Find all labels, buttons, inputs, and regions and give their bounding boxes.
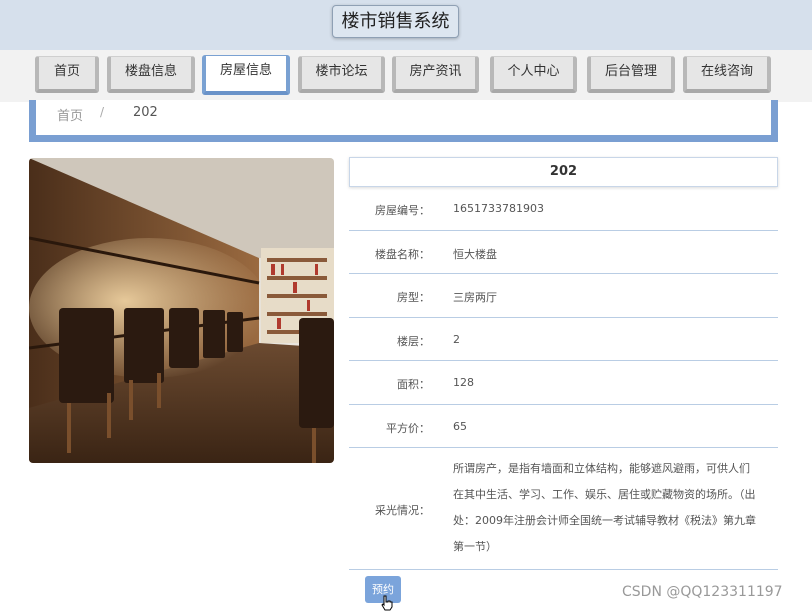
breadcrumb-current: 202 — [133, 105, 158, 120]
field-value: 2 — [453, 333, 460, 346]
nav-user-center[interactable]: 个人中心 — [490, 56, 577, 93]
field-label: 房屋编号： — [375, 204, 430, 217]
field-value: 128 — [453, 376, 474, 389]
field-area: 面积： 128 — [349, 361, 778, 405]
field-value: 所谓房产，是指有墙面和立体结构，能够遮风避雨，可供人们在其中生活、学习、工作、娱… — [453, 462, 756, 553]
breadcrumb-separator: / — [100, 105, 105, 119]
nav-forum[interactable]: 楼市论坛 — [298, 56, 385, 93]
field-value: 三房两厅 — [453, 291, 497, 304]
field-room-type: 房型： 三房两厅 — [349, 274, 778, 318]
field-floor: 楼层： 2 — [349, 318, 778, 361]
field-label: 楼层： — [397, 335, 430, 348]
nav-news[interactable]: 房产资讯 — [392, 56, 479, 93]
field-lighting: 采光情况： 所谓房产，是指有墙面和立体结构，能够遮风避雨，可供人们在其中生活、学… — [349, 448, 778, 570]
field-unit-price: 平方价： 65 — [349, 405, 778, 448]
field-label: 楼盘名称： — [375, 248, 430, 261]
field-label: 平方价： — [386, 422, 430, 435]
field-value: 1651733781903 — [453, 202, 544, 215]
field-label: 房型： — [397, 291, 430, 304]
top-header: 楼市销售系统 — [0, 0, 812, 50]
breadcrumb: 首页 / 202 — [29, 100, 778, 142]
nav-admin[interactable]: 后台管理 — [587, 56, 675, 93]
house-photo — [29, 158, 334, 463]
field-label: 采光情况： — [375, 504, 430, 517]
nav-consult[interactable]: 在线咨询 — [683, 56, 771, 93]
house-title: 202 — [349, 157, 778, 187]
watermark: CSDN @QQ123311197 — [622, 584, 783, 600]
hand-cursor-icon — [381, 595, 393, 611]
nav-home[interactable]: 首页 — [35, 56, 99, 93]
field-label: 面积： — [397, 378, 430, 391]
breadcrumb-home[interactable]: 首页 — [57, 105, 83, 124]
nav-estates[interactable]: 楼盘信息 — [107, 56, 195, 93]
field-value: 恒大楼盘 — [453, 248, 497, 261]
nav-houses[interactable]: 房屋信息 — [202, 55, 290, 95]
field-house-no: 房屋编号： 1651733781903 — [349, 187, 778, 231]
main-nav: 首页 楼盘信息 房屋信息 楼市论坛 房产资讯 个人中心 后台管理 在线咨询 — [0, 50, 812, 102]
field-estate-name: 楼盘名称： 恒大楼盘 — [349, 231, 778, 274]
site-title: 楼市销售系统 — [332, 5, 459, 38]
field-value: 65 — [453, 420, 467, 433]
